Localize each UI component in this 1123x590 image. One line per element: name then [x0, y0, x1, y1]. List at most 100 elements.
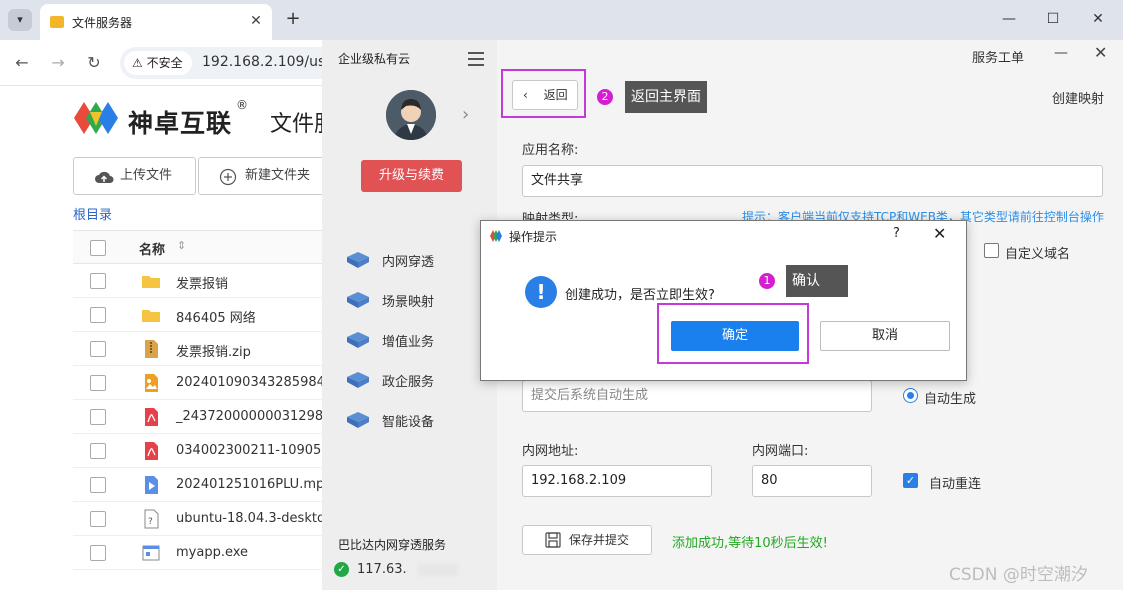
- dialog-message: 创建成功，是否立即生效?: [565, 288, 715, 303]
- back-label: 返回: [543, 88, 568, 102]
- confirm-dialog: 操作提示 ? ✕ ! 创建成功，是否立即生效? 确定 取消: [480, 220, 967, 381]
- file-name[interactable]: 034002300211-1090508: [176, 443, 338, 458]
- new-tab-button[interactable]: +: [282, 8, 304, 30]
- auto-generate-radio[interactable]: [903, 388, 918, 403]
- app-name-input[interactable]: 文件共享: [522, 165, 1103, 197]
- value-added-icon: [346, 331, 370, 349]
- file-row[interactable]: _2437200000003129856: [73, 400, 340, 434]
- gov-service-icon: [346, 371, 370, 389]
- file-name[interactable]: 发票报销.zip: [176, 341, 251, 360]
- file-list-header: 名称 ⇕: [73, 230, 333, 264]
- file-name[interactable]: 846405 网络: [176, 307, 256, 326]
- file-name[interactable]: 发票报销: [176, 273, 228, 292]
- window-title: 服务工单: [972, 51, 1025, 66]
- file-row[interactable]: 发票报销.zip: [73, 332, 333, 366]
- file-row[interactable]: 034002300211-1090508: [73, 434, 338, 468]
- close-icon[interactable]: ✕: [1094, 43, 1107, 62]
- pdf-icon: [141, 441, 161, 461]
- new-folder-button[interactable]: 新建文件夹: [198, 157, 328, 195]
- sort-icon[interactable]: ⇕: [177, 239, 186, 252]
- row-checkbox[interactable]: [90, 443, 106, 459]
- app-logo-icon: [490, 230, 502, 242]
- sidebar-item-label: 政企服务: [382, 375, 435, 390]
- upload-label: 上传文件: [120, 168, 173, 183]
- tab-close-icon[interactable]: ✕: [246, 11, 266, 31]
- app-name-label: 应用名称:: [522, 143, 579, 158]
- sidebar-item-label: 智能设备: [382, 415, 435, 430]
- lan-address-label: 内网地址:: [522, 444, 579, 459]
- row-checkbox[interactable]: [90, 511, 106, 527]
- disc-image-icon: ?: [141, 509, 161, 529]
- name-column-header[interactable]: 名称: [139, 239, 165, 258]
- lan-port-input[interactable]: 80: [752, 465, 872, 497]
- sidebar-item-scene[interactable]: 场景映射: [346, 288, 486, 314]
- file-name[interactable]: _2437200000003129856: [176, 409, 340, 424]
- upgrade-renew-button[interactable]: 升级与续费: [361, 160, 462, 192]
- browser-tab[interactable]: 文件服务器 ✕: [40, 4, 272, 40]
- sidebar-item-tunnel[interactable]: 内网穿透: [346, 248, 486, 274]
- file-row[interactable]: 202401251016PLU.mp4: [73, 468, 333, 502]
- user-avatar-icon: [386, 90, 436, 140]
- lan-port-label: 内网端口:: [752, 444, 809, 459]
- auto-reconnect-checkbox[interactable]: ✓: [903, 473, 918, 488]
- dialog-close-icon[interactable]: ✕: [933, 224, 946, 243]
- lan-address-input[interactable]: 192.168.2.109: [522, 465, 712, 497]
- security-indicator[interactable]: ⚠ 不安全: [124, 51, 192, 75]
- file-name[interactable]: myapp.exe: [176, 545, 248, 560]
- user-avatar[interactable]: [386, 90, 436, 140]
- help-icon[interactable]: ?: [893, 226, 900, 241]
- app-title: 企业级私有云: [338, 52, 411, 66]
- browser-tab-bar: ▾ 文件服务器 ✕ + — ☐ ✕: [0, 0, 1123, 40]
- brand-name: 神卓互联: [128, 109, 233, 138]
- row-checkbox[interactable]: [90, 409, 106, 425]
- select-all-checkbox[interactable]: [90, 240, 106, 256]
- tunnel-icon: [346, 251, 370, 269]
- back-arrow-icon[interactable]: ←: [11, 52, 33, 74]
- folder-icon: [141, 271, 161, 291]
- custom-domain-checkbox[interactable]: [984, 243, 999, 258]
- confirm-ok-button[interactable]: 确定: [671, 321, 799, 351]
- registered-mark: ®: [236, 98, 248, 112]
- tab-search-button[interactable]: ▾: [8, 9, 32, 31]
- row-checkbox[interactable]: [90, 273, 106, 289]
- dialog-title: 操作提示: [509, 230, 558, 244]
- cancel-button[interactable]: 取消: [820, 321, 950, 351]
- row-checkbox[interactable]: [90, 307, 106, 323]
- file-row[interactable]: ? ubuntu-18.04.3-desktop: [73, 502, 333, 536]
- hamburger-menu-icon[interactable]: [468, 52, 484, 66]
- sidebar-item-value-added[interactable]: 增值业务: [346, 328, 486, 354]
- file-name[interactable]: 202401251016PLU.mp4: [176, 477, 333, 492]
- file-row[interactable]: 202401090343285984: [73, 366, 333, 400]
- smart-device-icon: [346, 411, 370, 429]
- video-icon: [141, 475, 161, 495]
- root-directory-link[interactable]: 根目录: [73, 204, 112, 223]
- save-disk-icon: [545, 532, 561, 548]
- file-row[interactable]: 发票报销: [73, 264, 333, 298]
- minimize-icon[interactable]: —: [997, 8, 1021, 30]
- row-checkbox[interactable]: [90, 477, 106, 493]
- row-checkbox[interactable]: [90, 341, 106, 357]
- file-row[interactable]: 846405 网络: [73, 298, 333, 332]
- chevron-right-icon[interactable]: ›: [462, 104, 469, 125]
- save-submit-button[interactable]: 保存并提交: [522, 525, 652, 555]
- maximize-icon[interactable]: ☐: [1041, 8, 1065, 30]
- tab-title: 文件服务器: [72, 16, 133, 30]
- file-name[interactable]: ubuntu-18.04.3-desktop: [176, 511, 333, 526]
- create-mapping-label: 创建映射: [1052, 92, 1105, 107]
- zip-icon: [141, 339, 161, 359]
- close-window-icon[interactable]: ✕: [1086, 8, 1110, 30]
- file-name[interactable]: 202401090343285984: [176, 375, 325, 390]
- minimize-icon[interactable]: —: [1054, 45, 1068, 61]
- reload-icon[interactable]: ↻: [83, 52, 105, 74]
- step-2-badge: 2: [597, 89, 613, 105]
- upload-file-button[interactable]: 上传文件: [73, 157, 196, 195]
- row-checkbox[interactable]: [90, 545, 106, 561]
- forward-arrow-icon[interactable]: →: [47, 52, 69, 74]
- sidebar-item-gov-service[interactable]: 政企服务: [346, 368, 486, 394]
- domain-input[interactable]: 提交后系统自动生成: [522, 380, 872, 412]
- file-row[interactable]: myapp.exe: [73, 536, 333, 570]
- chevron-left-icon: ‹: [523, 88, 528, 102]
- back-button[interactable]: ‹ 返回: [512, 80, 578, 110]
- sidebar-item-smart-device[interactable]: 智能设备: [346, 408, 486, 434]
- row-checkbox[interactable]: [90, 375, 106, 391]
